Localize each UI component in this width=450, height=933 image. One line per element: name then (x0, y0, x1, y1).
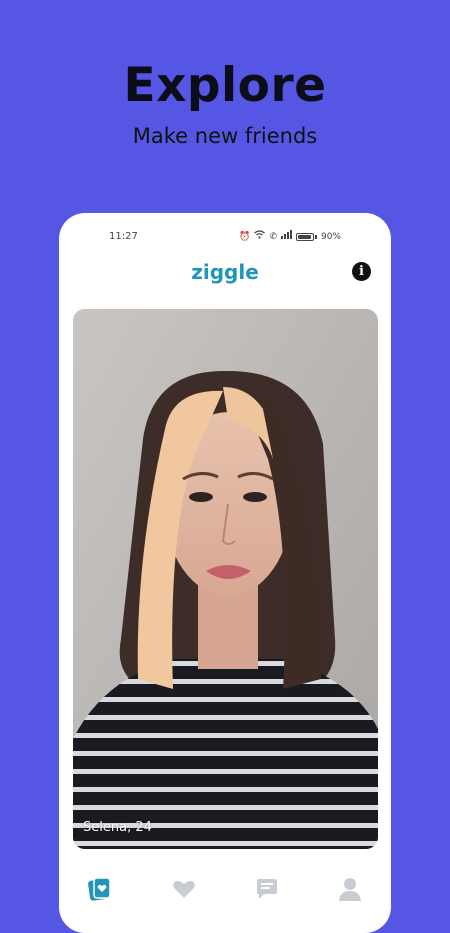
signal-icon (280, 230, 292, 243)
battery-percent: 90% (320, 231, 341, 242)
profile-card[interactable]: Selena, 24 (73, 309, 378, 849)
status-time: 11:27 (109, 231, 138, 242)
chat-icon (257, 879, 277, 899)
wifi-icon (254, 230, 266, 243)
tab-discover[interactable] (87, 876, 113, 902)
app-title: ziggle (191, 260, 259, 284)
battery-icon (295, 232, 314, 241)
alarm-icon: ⏰ (239, 231, 251, 242)
info-icon[interactable]: i (352, 262, 371, 281)
phone-mockup: 11:27 ⏰ ✆ 90% ziggle i Selena, 24 (59, 213, 391, 933)
status-bar: 11:27 ⏰ ✆ 90% (59, 230, 391, 245)
profile-photo (73, 309, 378, 849)
heart-icon (173, 880, 195, 898)
call-icon: ✆ (269, 231, 277, 242)
promo-subtitle: Make new friends (132, 124, 318, 148)
promo-title: Explore (123, 58, 327, 113)
status-icons: ⏰ ✆ 90% (239, 230, 341, 243)
profile-icon (339, 878, 361, 901)
tab-likes[interactable] (171, 876, 197, 902)
bottom-tab-bar (59, 868, 391, 908)
tab-chats[interactable] (254, 876, 280, 902)
profile-name-age: Selena, 24 (83, 820, 152, 835)
cards-heart-icon (88, 877, 111, 901)
tab-profile[interactable] (337, 876, 363, 902)
